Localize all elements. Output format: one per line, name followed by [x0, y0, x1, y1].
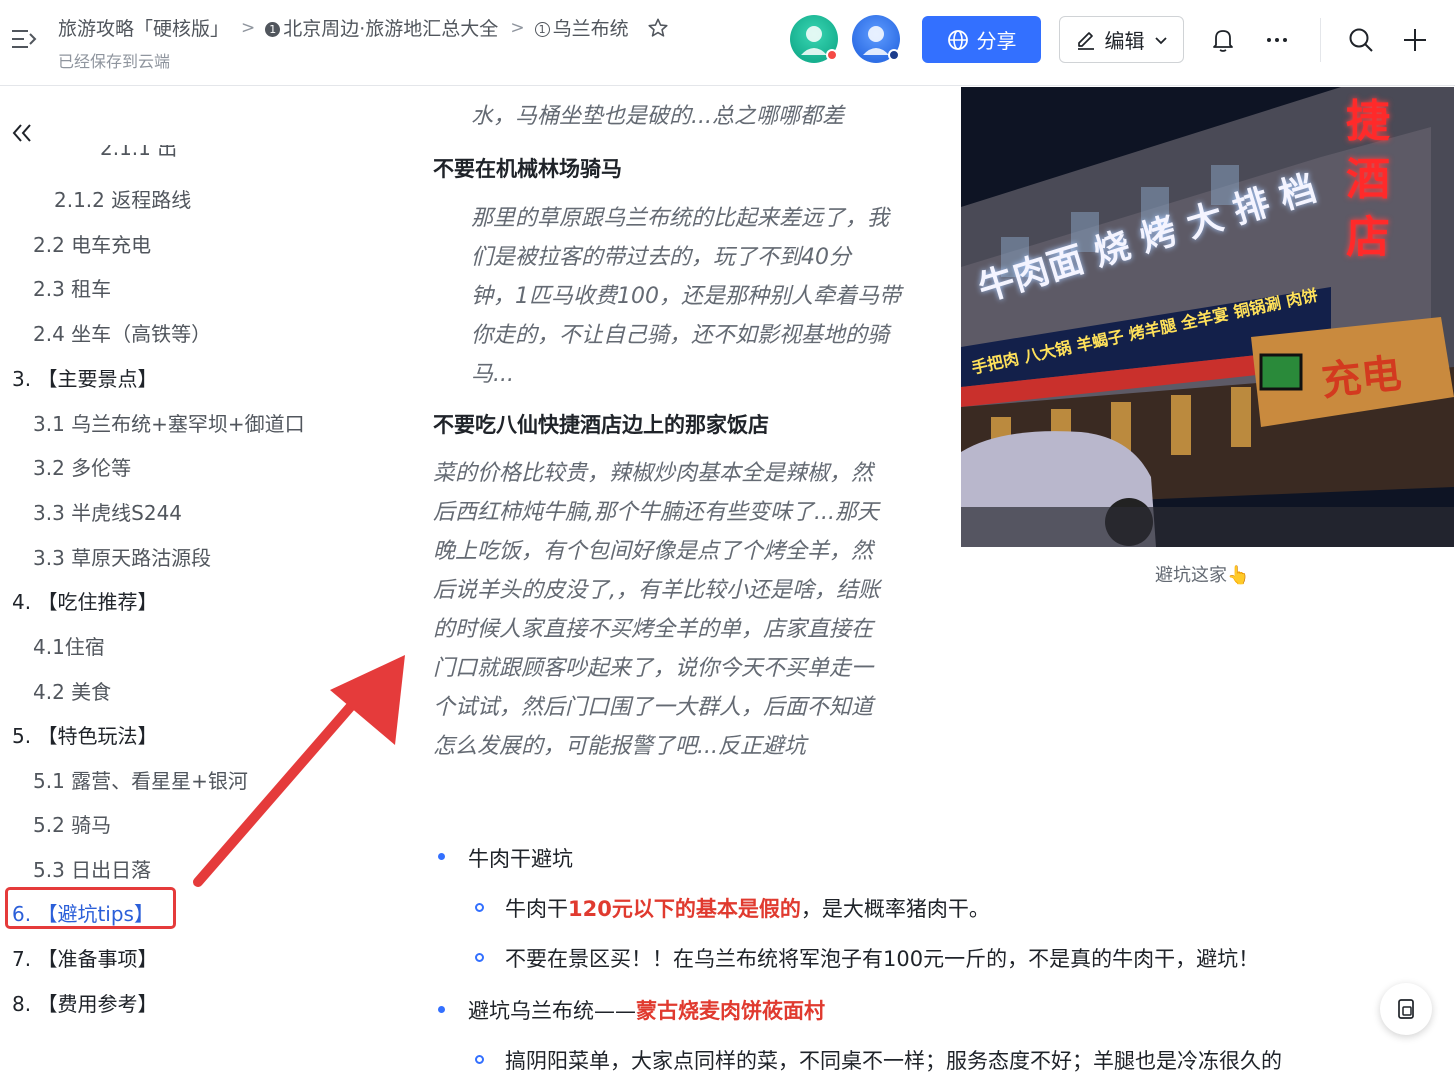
- bullet-dot: [438, 1006, 445, 1013]
- breadcrumb-level1-label: 北京周边·旅游地汇总大全: [283, 18, 499, 40]
- quote-block: 菜的价格比较贵，辣椒炒肉基本全是辣椒，然 后西红柿炖牛腩,那个牛腩还有些变味了.…: [433, 454, 933, 766]
- outline-item[interactable]: 4.2 美食: [33, 676, 111, 705]
- outline-sidebar: 2.1.1 出行路线 2.1.2 返程路线 2.2 电车充电 2.3 租车 2.…: [0, 87, 395, 1080]
- outline-item[interactable]: 2.3 租车: [33, 273, 111, 302]
- quote-line: 门口就跟顾客吵起来了，说你今天不买单走一: [433, 656, 874, 681]
- outline-item[interactable]: 7. 【准备事项】: [12, 943, 157, 972]
- list-item: 不要在景区买！！在乌兰布统将军泡子有100元一斤的，不是真的牛肉干，避坑！: [505, 947, 1260, 971]
- restaurant-photo[interactable]: 捷 酒 店 牛肉面 烧 烤 大 排 档 手把肉 八大锅 羊蝎子 烤羊腿 全羊宴 …: [961, 87, 1454, 547]
- list-item: 牛肉干避坑: [468, 847, 573, 871]
- list-item: 避坑乌兰布统——蒙古烧麦肉饼莜面村: [468, 995, 825, 1025]
- outline-item-clipped-label: 2.1.1 出行路线: [100, 145, 178, 160]
- quote-fragment: 水，马桶坐垫也是破的...总之哪哪都差: [471, 104, 844, 129]
- list-item: 搞阴阳菜单，大家点同样的菜，不同桌不一样；服务态度不好；羊腿也是冷冻很久的: [505, 1049, 1282, 1073]
- edit-button[interactable]: 编辑: [1059, 16, 1184, 63]
- chevron-down-icon: [1154, 36, 1167, 44]
- text-run: ，是大概率猪肉干。: [800, 897, 990, 921]
- bullet-dot: [438, 853, 445, 860]
- collapse-icon[interactable]: [10, 121, 34, 145]
- collaborator-avatar[interactable]: [852, 15, 900, 63]
- share-button[interactable]: 分享: [922, 16, 1041, 63]
- outline-item[interactable]: 3.3 草原天路沽源段: [33, 542, 211, 571]
- quote-line: 们是被拉客的带过去的，玩了不到40分: [471, 245, 851, 270]
- section-heading: 不要吃八仙快捷酒店边上的那家饭店: [433, 413, 769, 437]
- pencil-icon: [1077, 31, 1094, 50]
- quote-line: 菜的价格比较贵，辣椒炒肉基本全是辣椒，然: [433, 461, 874, 486]
- emphasis-red: 蒙古烧麦肉饼莜面村: [636, 999, 825, 1023]
- more-icon[interactable]: [1263, 26, 1291, 54]
- edit-label: 编辑: [1104, 29, 1145, 53]
- outline-item-clipped: 2.1.1 出行路线: [100, 145, 190, 161]
- document-body: 水，马桶坐垫也是破的...总之哪哪都差 不要在机械林场骑马 那里的草原跟乌兰布统…: [395, 87, 1455, 1080]
- breadcrumb-level1[interactable]: 1 北京周边·旅游地汇总大全: [265, 14, 498, 41]
- breadcrumb-root[interactable]: 旅游攻略「硬核版」: [58, 14, 229, 41]
- plus-icon[interactable]: [1401, 26, 1429, 54]
- annotation-arrow: [193, 655, 405, 887]
- breadcrumb-level2[interactable]: 1 乌兰布统: [534, 14, 629, 41]
- outline-item[interactable]: 3.1 乌兰布统+塞罕坝+御道口: [33, 408, 305, 437]
- outline-item[interactable]: 3. 【主要景点】: [12, 363, 157, 392]
- quote-line: 个试试，然后门口围了一大群人，后面不知道: [433, 695, 874, 720]
- list-item: 牛肉干120元以下的基本是假的，是大概率猪肉干。: [505, 893, 990, 923]
- collaborator-avatar[interactable]: [790, 15, 838, 63]
- quote-block: 那里的草原跟乌兰布统的比起来差远了，我 们是被拉客的带过去的，玩了不到40分 钟…: [471, 199, 941, 394]
- bullet-ring: [475, 953, 484, 962]
- header-divider: [1320, 18, 1321, 62]
- outline-item[interactable]: 8. 【费用参考】: [12, 988, 157, 1017]
- sign-char: 店: [1346, 212, 1390, 263]
- search-icon[interactable]: [1347, 26, 1375, 54]
- save-status: 已经保存到云端: [58, 52, 171, 71]
- chevron-right-icon: >: [510, 17, 525, 38]
- breadcrumb-level2-number: 1: [534, 22, 550, 37]
- outline-item[interactable]: 5.2 骑马: [33, 809, 111, 838]
- quote-line: 你走的，不让自己骑，还不如影视基地的骑: [471, 323, 890, 348]
- chevron-right-icon: >: [241, 17, 256, 38]
- quote-line: 后说羊头的皮没了,，有羊比较小还是啥，结账: [433, 578, 880, 603]
- star-icon[interactable]: [647, 17, 669, 39]
- outline-item[interactable]: 3.3 半虎线S244: [33, 497, 182, 526]
- sticker-text: 充电: [1319, 350, 1404, 406]
- presence-dot: [826, 49, 838, 61]
- menu-icon[interactable]: [10, 26, 38, 52]
- quote-line: 那里的草原跟乌兰布统的比起来差远了，我: [471, 206, 890, 231]
- sign-vertical: 捷 酒 店: [1346, 93, 1390, 267]
- text-run: 避坑乌兰布统——: [468, 999, 636, 1023]
- breadcrumb-level1-number: 1: [265, 22, 281, 37]
- top-bar: 旅游攻略「硬核版」 > 1 北京周边·旅游地汇总大全 > 1 乌兰布统 已经保存到云…: [0, 0, 1455, 86]
- emphasis-red: 120元以下的基本是假的: [568, 897, 801, 921]
- bell-icon[interactable]: [1209, 26, 1237, 54]
- quote-line: 后西红柿炖牛腩,那个牛腩还有些变味了...那天: [433, 500, 879, 525]
- quote-line: 怎么发展的，可能报警了吧...反正避坑: [433, 734, 806, 759]
- outline-item-active[interactable]: 6. 【避坑tips】: [12, 898, 154, 927]
- sign-char: 捷: [1346, 96, 1390, 147]
- outline-item[interactable]: 5. 【特色玩法】: [12, 720, 157, 749]
- quote-line: 的时候人家直接不买烤全羊的单，店家直接在: [433, 617, 874, 642]
- quote-line: 马...: [471, 362, 514, 387]
- breadcrumb-level2-label: 乌兰布统: [552, 18, 629, 40]
- globe-icon: [947, 29, 968, 50]
- sign-char: 酒: [1346, 154, 1390, 205]
- document-tool-button[interactable]: [1380, 983, 1432, 1035]
- photo-caption: 避坑这家👆: [1155, 565, 1250, 586]
- outline-item[interactable]: 3.2 多伦等: [33, 452, 131, 481]
- quote-line: 钟，1匹马收费100，还是那种别人牵着马带: [471, 284, 901, 309]
- bullet-ring: [475, 1055, 484, 1064]
- outline-item[interactable]: 4.1住宿: [33, 631, 105, 660]
- document-icon: [1398, 999, 1414, 1019]
- outline-item[interactable]: 4. 【吃住推荐】: [12, 586, 157, 615]
- quote-line: 晚上吃饭，有个包间好像是点了个烤全羊，然: [433, 539, 874, 564]
- bullet-ring: [475, 903, 484, 912]
- section-heading: 不要在机械林场骑马: [433, 157, 622, 181]
- breadcrumb: 旅游攻略「硬核版」 > 1 北京周边·旅游地汇总大全 > 1 乌兰布统: [58, 14, 669, 41]
- outline-item[interactable]: 2.2 电车充电: [33, 229, 151, 258]
- outline-item[interactable]: 2.4 坐车（高铁等）: [33, 318, 211, 347]
- share-label: 分享: [976, 29, 1017, 53]
- presence-dot: [888, 49, 900, 61]
- text-run: 牛肉干: [505, 897, 568, 921]
- outline-item[interactable]: 2.1.2 返程路线: [54, 184, 191, 213]
- outline-item[interactable]: 5.3 日出日落: [33, 854, 151, 883]
